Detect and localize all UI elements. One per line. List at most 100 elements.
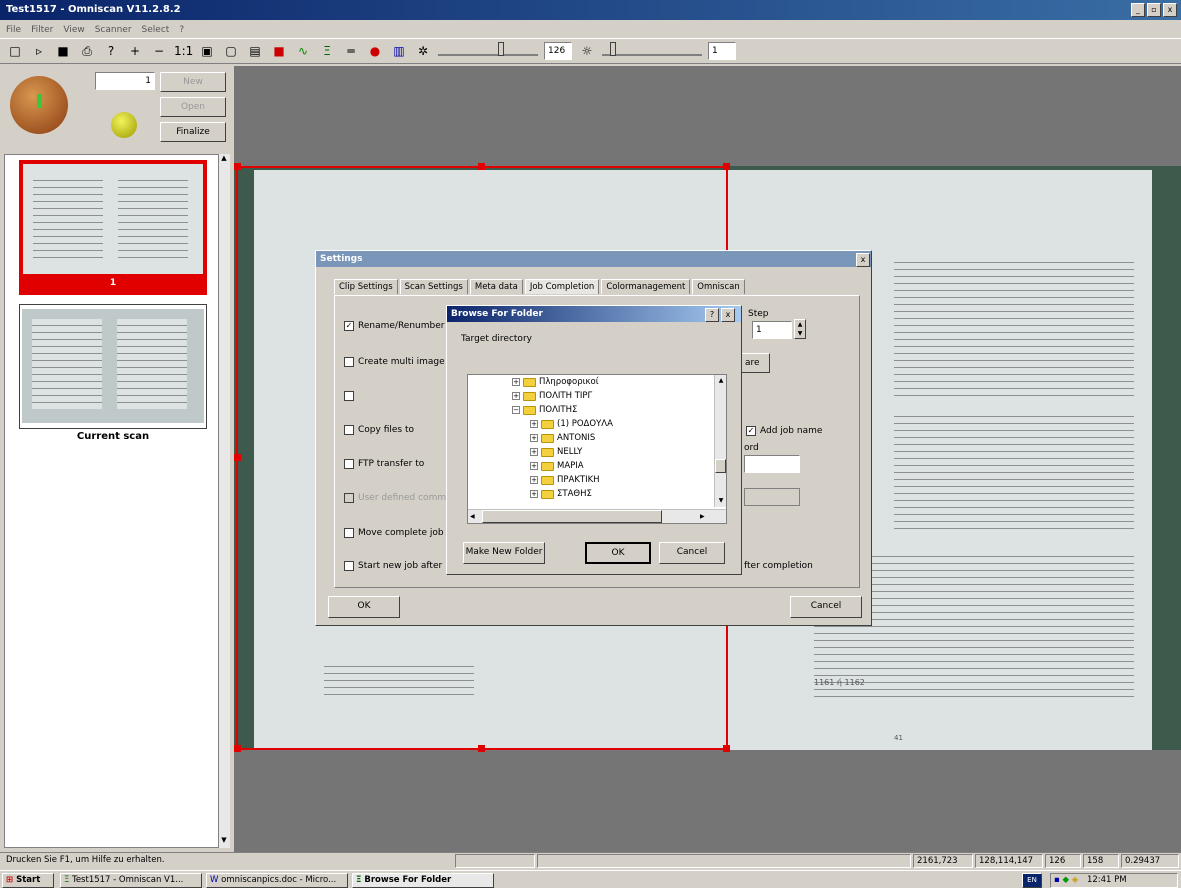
tree-vscrollbar[interactable]: ▲ ▼ bbox=[714, 375, 726, 507]
folder-node[interactable]: + (1) ΡΟΔΟΥΛΑ bbox=[478, 417, 714, 431]
browse-ok-button[interactable]: OK bbox=[585, 542, 651, 564]
grid-icon[interactable]: ▤ bbox=[246, 42, 264, 60]
folder-node-expanded[interactable]: − ΠΟΛΙΤΗΣ bbox=[478, 403, 714, 417]
open-icon[interactable]: ▹ bbox=[30, 42, 48, 60]
scanner-icon[interactable]: Ξ bbox=[318, 42, 336, 60]
folder-node[interactable]: + ANTONIS bbox=[478, 431, 714, 445]
option-ftp[interactable]: FTP transfer to bbox=[344, 459, 424, 469]
copy-files-checkbox[interactable] bbox=[344, 425, 354, 435]
step-field[interactable]: 1 bbox=[752, 321, 792, 339]
expand-icon[interactable]: + bbox=[530, 434, 538, 442]
handle-left-center[interactable] bbox=[234, 454, 241, 461]
add-job-name-checkbox[interactable]: ✓ bbox=[746, 426, 756, 436]
fit-icon[interactable]: ▣ bbox=[198, 42, 216, 60]
browse-cancel-button[interactable]: Cancel bbox=[659, 542, 725, 564]
language-indicator-icon[interactable]: EN bbox=[1022, 873, 1042, 888]
folder-node[interactable]: + ΠΡΑΚΤΙΚΗ bbox=[478, 473, 714, 487]
tab-omniscan[interactable]: Omniscan bbox=[692, 279, 745, 294]
folder-node[interactable]: + ΜΑΡΙΑ bbox=[478, 459, 714, 473]
save-icon[interactable]: ■ bbox=[54, 42, 72, 60]
maximize-button[interactable]: ▫ bbox=[1147, 3, 1161, 17]
task-word-doc[interactable]: W omniscanpics.doc - Micro... bbox=[206, 873, 348, 888]
tree-hscroll-thumb[interactable] bbox=[482, 510, 662, 523]
tab-colormanagement[interactable]: Colormanagement bbox=[601, 279, 691, 294]
step-spinner[interactable]: ▲ ▼ bbox=[794, 319, 806, 339]
make-new-folder-button[interactable]: Make New Folder bbox=[463, 542, 545, 564]
browse-help-button[interactable]: ? bbox=[705, 308, 719, 322]
expand-icon[interactable]: + bbox=[530, 476, 538, 484]
folder-tree[interactable]: + Πληροφορικοί + ΠΟΛΙΤΗ ΤΙΡΓ − ΠΟΛΙΤΗΣ + (1)… bbox=[467, 374, 727, 524]
multi-image-checkbox[interactable] bbox=[344, 357, 354, 367]
expand-icon[interactable]: + bbox=[530, 420, 538, 428]
menu-view[interactable]: View bbox=[63, 22, 84, 38]
close-button[interactable]: x bbox=[1163, 3, 1177, 17]
option-user-defined[interactable]: User defined comm bbox=[344, 493, 446, 503]
tab-scan-settings[interactable]: Scan Settings bbox=[399, 279, 468, 294]
option-rename[interactable]: ✓ Rename/Renumber bbox=[344, 321, 444, 331]
menu-file[interactable]: File bbox=[6, 22, 21, 38]
folder-node[interactable]: + ΣΤΑΘΗΣ bbox=[478, 487, 714, 501]
rename-checkbox[interactable]: ✓ bbox=[344, 321, 354, 331]
task-omniscan[interactable]: Ξ Test1517 - Omniscan V1... bbox=[60, 873, 202, 888]
start-new-job-checkbox[interactable] bbox=[344, 561, 354, 571]
browse-button[interactable]: are bbox=[738, 353, 770, 373]
clock[interactable]: 12:41 PM bbox=[1087, 875, 1127, 885]
blank-checkbox[interactable] bbox=[344, 391, 354, 401]
move-job-checkbox[interactable] bbox=[344, 528, 354, 538]
menu-help[interactable]: ? bbox=[179, 22, 184, 38]
option-start-new-job[interactable]: Start new job after bbox=[344, 561, 442, 571]
curve-icon[interactable]: ∿ bbox=[294, 42, 312, 60]
tree-hscrollbar[interactable]: ◀ ▶ bbox=[468, 509, 726, 523]
expand-icon[interactable]: + bbox=[530, 490, 538, 498]
option-blank[interactable] bbox=[344, 391, 358, 401]
option-add-job-name[interactable]: ✓ Add job name bbox=[746, 426, 822, 436]
minimize-button[interactable]: _ bbox=[1131, 3, 1145, 17]
menu-filter[interactable]: Filter bbox=[31, 22, 53, 38]
line-icon[interactable]: ═ bbox=[342, 42, 360, 60]
handle-top-left[interactable] bbox=[234, 163, 241, 170]
tab-job-completion[interactable]: Job Completion bbox=[524, 279, 600, 294]
help-icon[interactable]: ? bbox=[102, 42, 120, 60]
contrast-value[interactable]: 1 bbox=[708, 42, 736, 60]
split-icon[interactable]: ▥ bbox=[390, 42, 408, 60]
tree-scroll-up-icon[interactable]: ▲ bbox=[715, 375, 727, 387]
user-defined-checkbox[interactable] bbox=[344, 493, 354, 503]
print-icon[interactable]: ⎙ bbox=[78, 42, 96, 60]
collapse-icon[interactable]: − bbox=[512, 406, 520, 414]
menu-scanner[interactable]: Scanner bbox=[95, 22, 132, 38]
frame-icon[interactable]: ▢ bbox=[222, 42, 240, 60]
folder-node[interactable]: + Πληροφορικοί bbox=[478, 375, 714, 389]
folder-node[interactable]: + NELLY bbox=[478, 445, 714, 459]
scroll-up-icon[interactable]: ▲ bbox=[218, 154, 230, 166]
settings-cancel-button[interactable]: Cancel bbox=[790, 596, 862, 618]
handle-bottom-left[interactable] bbox=[234, 745, 241, 752]
new-button[interactable]: New bbox=[160, 72, 226, 92]
contrast-slider[interactable] bbox=[602, 42, 702, 56]
actual-size-icon[interactable]: 1:1 bbox=[174, 42, 193, 60]
settings-close-button[interactable]: x bbox=[856, 253, 870, 267]
tree-scroll-thumb[interactable] bbox=[715, 459, 726, 473]
ftp-checkbox[interactable] bbox=[344, 459, 354, 469]
option-copy-files[interactable]: Copy files to bbox=[344, 425, 414, 435]
tab-clip-settings[interactable]: Clip Settings bbox=[334, 279, 398, 294]
password-field[interactable] bbox=[744, 455, 800, 473]
update-icon[interactable]: ◈ bbox=[1072, 875, 1079, 885]
menu-select[interactable]: Select bbox=[142, 22, 170, 38]
folder-node[interactable]: + ΠΟΛΙΤΗ ΤΙΡΓ bbox=[478, 389, 714, 403]
tree-scroll-down-icon[interactable]: ▼ bbox=[715, 495, 727, 507]
brightness-value[interactable]: 126 bbox=[544, 42, 572, 60]
zoom-out-icon[interactable]: − bbox=[150, 42, 168, 60]
handle-top-right[interactable] bbox=[723, 163, 730, 170]
expand-icon[interactable]: + bbox=[512, 392, 520, 400]
option-move-job[interactable]: Move complete job t bbox=[344, 528, 450, 538]
brightness-slider[interactable] bbox=[438, 42, 538, 56]
network-icon[interactable]: ▪ bbox=[1054, 875, 1060, 885]
thumbnail-current[interactable] bbox=[19, 304, 207, 429]
palette-icon[interactable]: ● bbox=[366, 42, 384, 60]
tree-scroll-right-icon[interactable]: ▶ bbox=[700, 510, 705, 523]
expand-icon[interactable]: + bbox=[512, 378, 520, 386]
new-doc-icon[interactable]: □ bbox=[6, 42, 24, 60]
task-browse-folder[interactable]: Ξ Browse For Folder bbox=[352, 873, 494, 888]
browse-close-button[interactable]: x bbox=[721, 308, 735, 322]
finalize-button[interactable]: Finalize bbox=[160, 122, 226, 142]
